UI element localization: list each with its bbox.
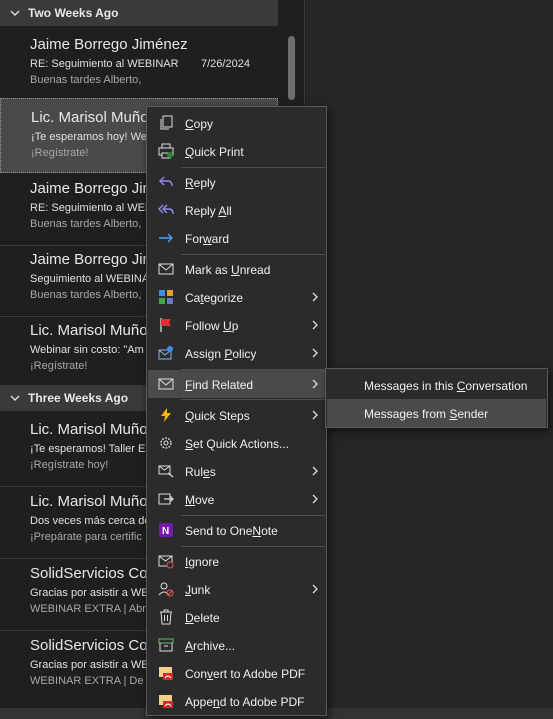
menu-item-delete[interactable]: Delete: [148, 603, 325, 631]
menu-item-assign-policy[interactable]: Assign Policy: [148, 339, 325, 367]
scrollbar-thumb[interactable]: [288, 36, 295, 100]
chevron-right-icon: [312, 466, 318, 476]
menu-label: Set Quick Actions...: [185, 437, 290, 451]
menu-item-forward[interactable]: Forward: [148, 224, 325, 252]
chevron-right-icon: [312, 320, 318, 330]
menu-item-categorize[interactable]: Categorize: [148, 283, 325, 311]
reading-pane: [306, 0, 553, 719]
lightning-icon: [161, 408, 171, 422]
menu-label: Delete: [185, 611, 220, 625]
sender-name: Jaime Borrego Jiménez: [30, 36, 188, 53]
archive-icon: [158, 638, 174, 652]
date: 7/26/2024: [201, 58, 250, 70]
menu-item-send-to-onenote[interactable]: N Send to OneNote: [148, 516, 325, 544]
menu-label: Find Related: [185, 378, 254, 392]
menu-item-quick-print[interactable]: Quick Print: [148, 137, 325, 165]
rules-icon: [158, 465, 174, 478]
menu-label: Move: [185, 493, 215, 507]
menu-label: Copy: [185, 117, 214, 131]
reply-icon: [159, 176, 173, 187]
junk-icon: [158, 582, 174, 597]
menu-separator: [181, 399, 325, 400]
menu-label: Forward: [185, 232, 230, 246]
chevron-right-icon: [312, 584, 318, 594]
menu-label: Reply: [185, 176, 216, 190]
find-related-submenu: Messages in this Conversation Messages f…: [325, 368, 548, 428]
chevron-right-icon: [312, 348, 318, 358]
menu-item-reply-all[interactable]: Reply All: [148, 196, 325, 224]
menu-label: Mark as Unread: [185, 263, 271, 277]
menu-item-mark-as-unread[interactable]: Mark as Unread: [148, 255, 325, 283]
menu-label: Junk: [185, 583, 211, 597]
menu-item-find-related[interactable]: Find Related: [148, 370, 325, 398]
menu-item-reply[interactable]: Reply: [148, 168, 325, 196]
menu-item-rules[interactable]: Rules: [148, 457, 325, 485]
menu-item-copy[interactable]: Copy: [148, 109, 325, 137]
group-label: Two Weeks Ago: [28, 6, 119, 20]
preview: Buenas tardes Alberto,: [30, 74, 142, 86]
context-menu: Copy Quick Print Reply Reply All Forward…: [146, 106, 327, 716]
menu-item-quick-steps[interactable]: Quick Steps: [148, 401, 325, 429]
menu-label: Ignore: [185, 555, 220, 569]
menu-label: Archive...: [185, 639, 236, 653]
group-header-two-weeks-ago[interactable]: Two Weeks Ago: [0, 0, 278, 26]
menu-label: Reply All: [185, 204, 232, 218]
assign-policy-icon: [158, 346, 173, 360]
menu-label: Rules: [185, 465, 216, 479]
adobe-pdf-append-icon: [159, 695, 173, 708]
menu-label: Messages in this Conversation: [364, 379, 528, 393]
gear-icon: [160, 437, 172, 449]
chevron-right-icon: [312, 379, 318, 389]
menu-item-archive[interactable]: Archive...: [148, 631, 325, 659]
ignore-icon: [158, 555, 174, 569]
chevron-down-icon: [10, 10, 20, 16]
envelope-icon: [158, 378, 174, 390]
onenote-icon: N: [159, 523, 173, 537]
menu-label: Categorize: [185, 291, 244, 305]
menu-item-append-to-adobe-pdf[interactable]: Append to Adobe PDF: [148, 687, 325, 715]
menu-label: Follow Up: [185, 319, 239, 333]
group-label: Three Weeks Ago: [28, 391, 129, 405]
menu-item-move[interactable]: Move: [148, 485, 325, 513]
menu-label: Send to OneNote: [185, 524, 278, 538]
envelope-icon: [158, 263, 174, 275]
menu-label: Quick Print: [185, 145, 244, 159]
submenu-item-messages-in-conversation[interactable]: Messages in this Conversation: [327, 371, 546, 399]
chevron-down-icon: [10, 395, 20, 401]
menu-label: Append to Adobe PDF: [185, 695, 305, 709]
menu-item-follow-up[interactable]: Follow Up: [148, 311, 325, 339]
adobe-pdf-icon: [159, 667, 173, 680]
submenu-item-messages-from-sender[interactable]: Messages from Sender: [327, 399, 546, 427]
list-item[interactable]: Jaime Borrego Jiménez RE: Seguimiento al…: [0, 26, 278, 102]
chevron-right-icon: [312, 292, 318, 302]
menu-item-convert-to-adobe-pdf[interactable]: Convert to Adobe PDF: [148, 659, 325, 687]
trash-icon: [160, 609, 172, 625]
subject: RE: Seguimiento al WEBINAR: [30, 58, 179, 70]
menu-item-ignore[interactable]: Ignore: [148, 547, 325, 575]
menu-label: Quick Steps: [185, 409, 250, 423]
categorize-icon: [159, 290, 173, 304]
menu-label: Messages from Sender: [364, 407, 489, 421]
flag-icon: [160, 318, 171, 332]
copy-icon: [160, 115, 173, 130]
menu-item-junk[interactable]: Junk: [148, 575, 325, 603]
move-icon: [158, 493, 174, 505]
quick-print-icon: [158, 143, 174, 159]
chevron-right-icon: [312, 494, 318, 504]
chevron-right-icon: [312, 410, 318, 420]
forward-icon: [159, 233, 173, 243]
svg-text:N: N: [162, 526, 169, 537]
menu-item-set-quick-actions[interactable]: Set Quick Actions...: [148, 429, 325, 457]
reply-all-icon: [158, 204, 174, 215]
menu-label: Convert to Adobe PDF: [185, 667, 306, 681]
menu-label: Assign Policy: [185, 347, 257, 361]
